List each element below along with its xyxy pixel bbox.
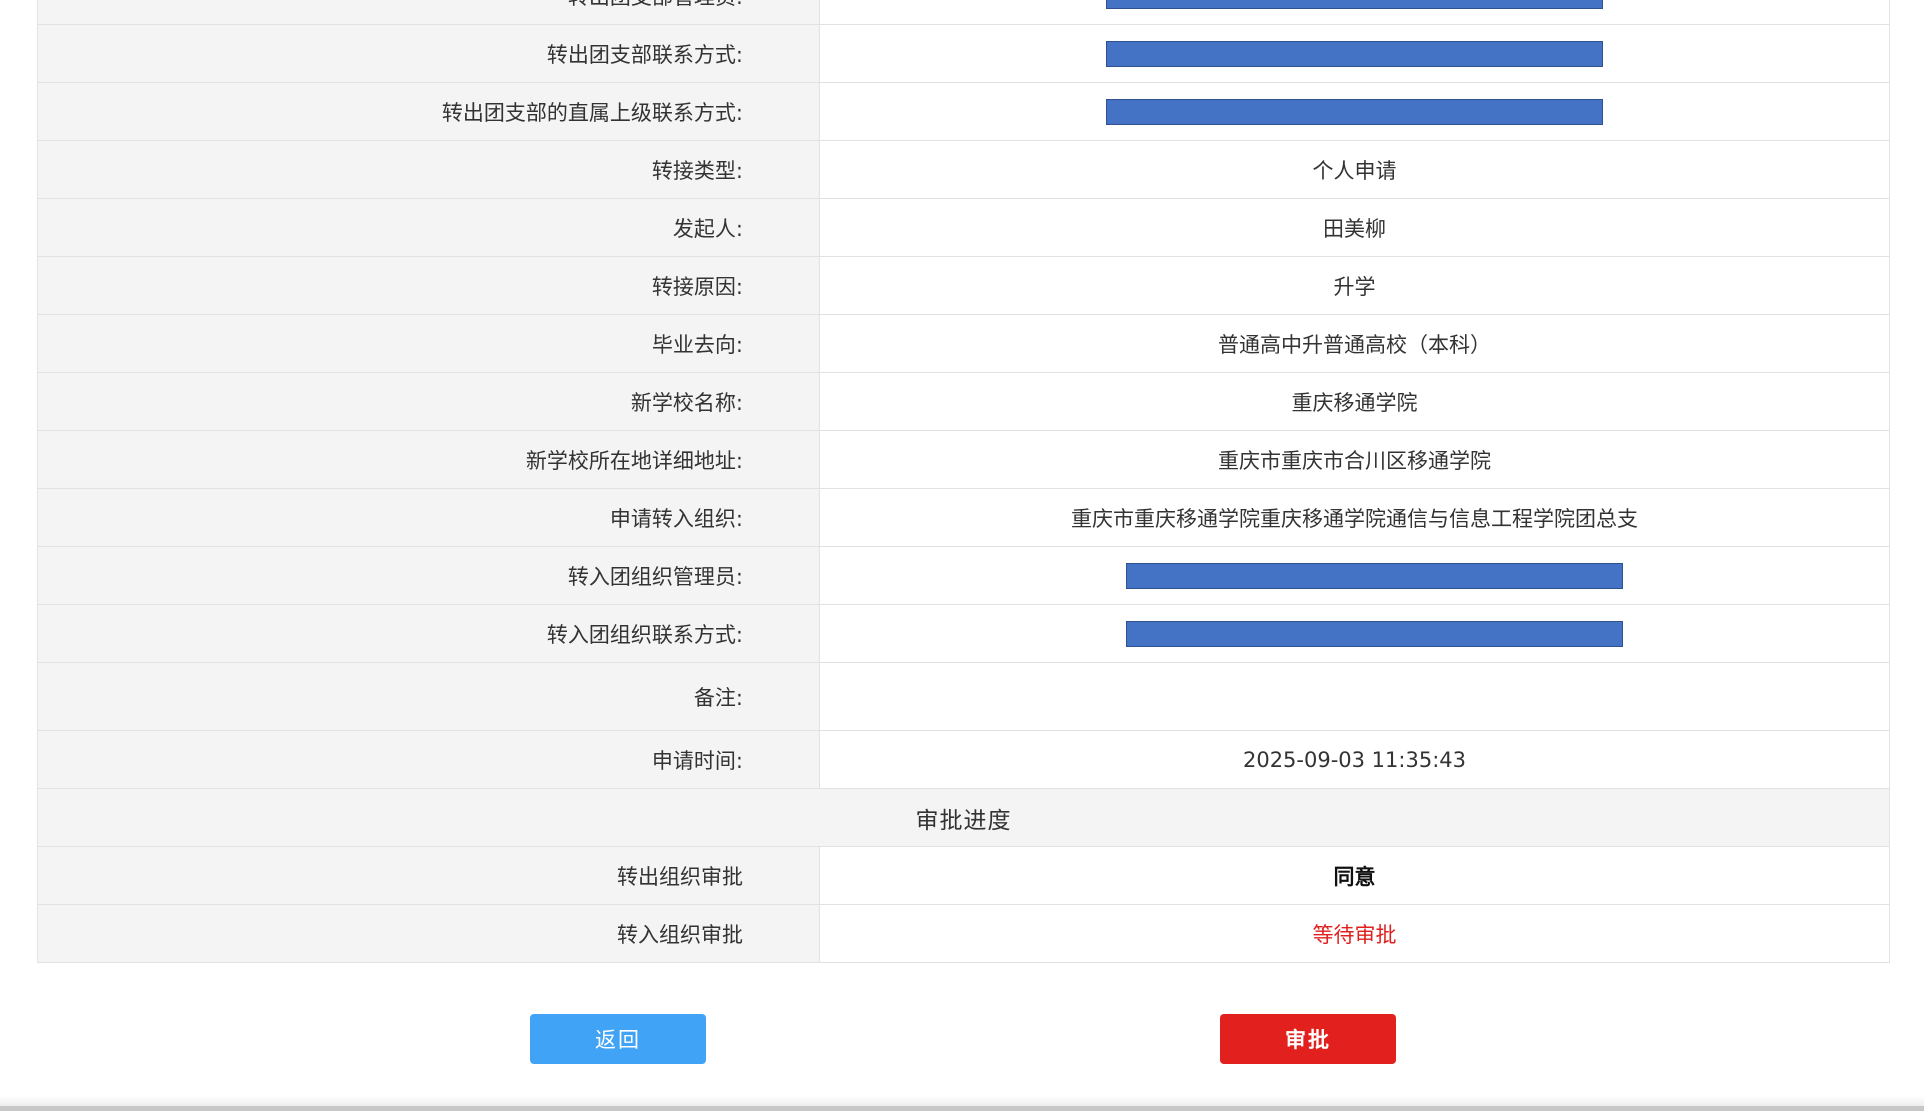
- label-remarks: 备注:: [37, 662, 820, 731]
- label-in-org-admin: 转入团组织管理员:: [37, 546, 820, 605]
- label-out-branch-admin: 转出团支部管理员:: [37, 0, 820, 25]
- value-target-organization: 重庆市重庆移通学院重庆移通学院通信与信息工程学院团总支: [819, 488, 1890, 547]
- transfer-detail-table: 转出团支部管理员: 转出团支部联系方式: 转出团支部的直属上级联系方式: 转接类…: [37, 0, 1890, 963]
- row-transfer-type: 转接类型: 个人申请: [37, 140, 1890, 199]
- row-in-org-admin: 转入团组织管理员:: [37, 546, 1890, 605]
- label-new-school-name: 新学校名称:: [37, 372, 820, 431]
- value-out-branch-superior-contact: [819, 82, 1890, 141]
- value-out-branch-admin: [819, 0, 1890, 25]
- label-target-organization: 申请转入组织:: [37, 488, 820, 547]
- row-in-org-contact: 转入团组织联系方式:: [37, 604, 1890, 663]
- value-application-time: 2025-09-03 11:35:43: [819, 730, 1890, 789]
- value-in-org-admin: [819, 546, 1890, 605]
- row-graduation-destination: 毕业去向: 普通高中升普通高校（本科）: [37, 314, 1890, 373]
- transfer-detail-page: 转出团支部管理员: 转出团支部联系方式: 转出团支部的直属上级联系方式: 转接类…: [0, 0, 1924, 1111]
- progress-section-title: 审批进度: [37, 788, 1890, 847]
- page-bottom-divider: [0, 1106, 1924, 1111]
- row-new-school-address: 新学校所在地详细地址: 重庆市重庆市合川区移通学院: [37, 430, 1890, 489]
- label-out-branch-contact: 转出团支部联系方式:: [37, 24, 820, 83]
- row-remarks: 备注:: [37, 662, 1890, 731]
- value-initiator: 田美柳: [819, 198, 1890, 257]
- label-application-time: 申请时间:: [37, 730, 820, 789]
- label-graduation-destination: 毕业去向:: [37, 314, 820, 373]
- label-new-school-address: 新学校所在地详细地址:: [37, 430, 820, 489]
- row-initiator: 发起人: 田美柳: [37, 198, 1890, 257]
- redaction-block: [1126, 620, 1623, 647]
- value-remarks: [819, 662, 1890, 731]
- label-initiator: 发起人:: [37, 198, 820, 257]
- row-new-school-name: 新学校名称: 重庆移通学院: [37, 372, 1890, 431]
- back-button[interactable]: 返回: [530, 1014, 706, 1064]
- label-in-org-contact: 转入团组织联系方式:: [37, 604, 820, 663]
- value-graduation-destination: 普通高中升普通高校（本科）: [819, 314, 1890, 373]
- row-progress-header: 审批进度: [37, 788, 1890, 847]
- label-out-approval: 转出组织审批: [37, 846, 820, 905]
- redaction-block: [1106, 40, 1603, 67]
- label-in-approval: 转入组织审批: [37, 904, 820, 963]
- row-target-organization: 申请转入组织: 重庆市重庆移通学院重庆移通学院通信与信息工程学院团总支: [37, 488, 1890, 547]
- row-in-approval: 转入组织审批 等待审批: [37, 904, 1890, 963]
- label-out-branch-superior-contact: 转出团支部的直属上级联系方式:: [37, 82, 820, 141]
- redaction-block: [1106, 0, 1603, 9]
- label-transfer-reason: 转接原因:: [37, 256, 820, 315]
- label-transfer-type: 转接类型:: [37, 140, 820, 199]
- approve-button[interactable]: 审批: [1220, 1014, 1396, 1064]
- status-out-approval: 同意: [819, 846, 1890, 905]
- row-out-branch-superior-contact: 转出团支部的直属上级联系方式:: [37, 82, 1890, 141]
- value-transfer-reason: 升学: [819, 256, 1890, 315]
- redaction-block: [1126, 562, 1623, 589]
- redaction-block: [1106, 98, 1603, 125]
- row-transfer-reason: 转接原因: 升学: [37, 256, 1890, 315]
- row-out-branch-admin: 转出团支部管理员:: [37, 0, 1890, 25]
- value-transfer-type: 个人申请: [819, 140, 1890, 199]
- status-in-approval: 等待审批: [819, 904, 1890, 963]
- row-out-approval: 转出组织审批 同意: [37, 846, 1890, 905]
- value-new-school-name: 重庆移通学院: [819, 372, 1890, 431]
- row-application-time: 申请时间: 2025-09-03 11:35:43: [37, 730, 1890, 789]
- value-in-org-contact: [819, 604, 1890, 663]
- value-new-school-address: 重庆市重庆市合川区移通学院: [819, 430, 1890, 489]
- row-out-branch-contact: 转出团支部联系方式:: [37, 24, 1890, 83]
- value-out-branch-contact: [819, 24, 1890, 83]
- page-bottom-shadow: [0, 1096, 1924, 1106]
